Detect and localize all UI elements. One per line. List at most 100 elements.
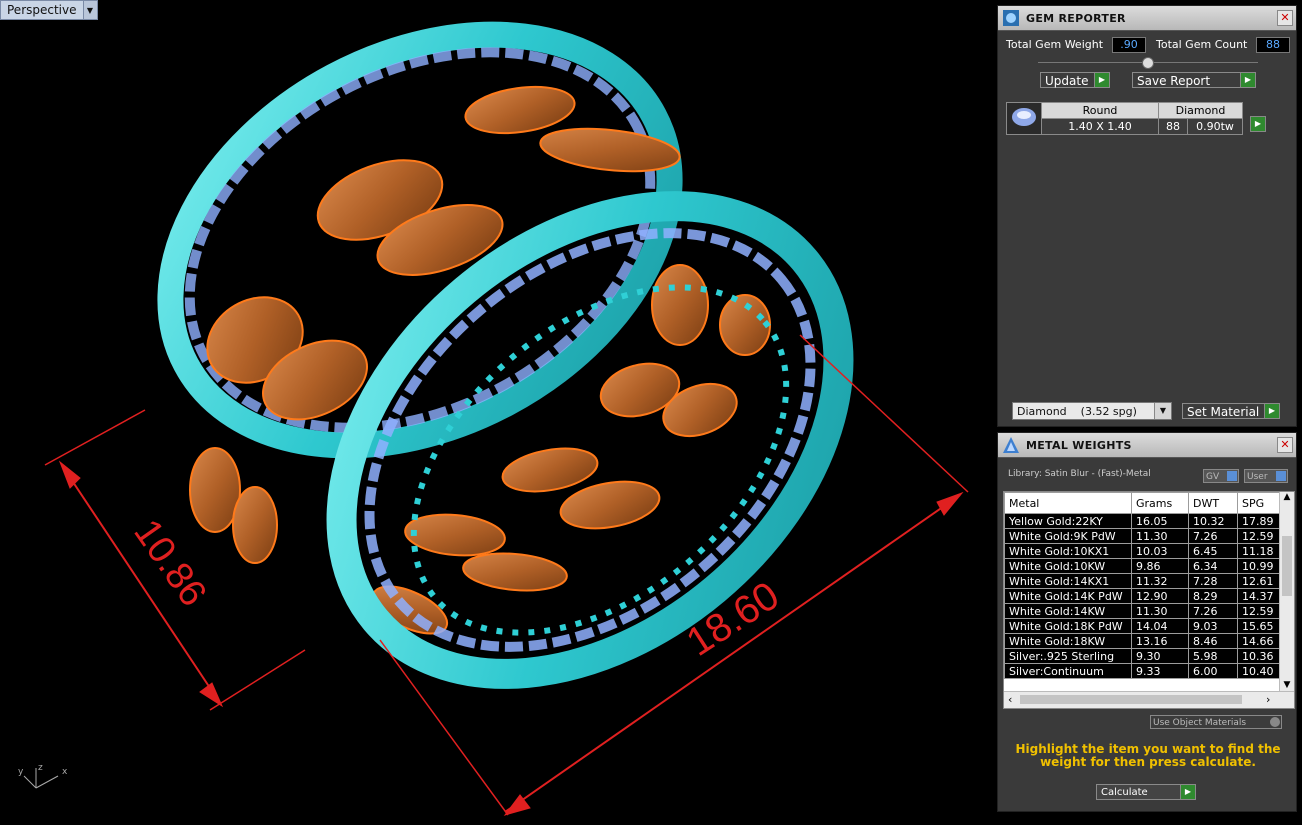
table-row[interactable]: White Gold:10KW 9.86 6.34 10.99 — [1004, 558, 1287, 574]
grams-cell: 16.05 — [1131, 513, 1189, 529]
user-label: User — [1247, 472, 1268, 482]
gem-count: 88 — [1158, 118, 1188, 135]
vertical-scrollbar[interactable]: ▲ ▼ — [1279, 492, 1294, 692]
grams-cell: 9.33 — [1131, 663, 1189, 679]
ring-3d-viewport[interactable]: 10.86 18.60 — [0, 0, 996, 825]
table-row[interactable]: White Gold:14K PdW 12.90 8.29 14.37 — [1004, 588, 1287, 604]
grams-cell: 13.16 — [1131, 633, 1189, 649]
grams-cell: 9.86 — [1131, 558, 1189, 574]
update-button[interactable]: Update ▶ — [1040, 72, 1110, 88]
grams-cell: 11.32 — [1131, 573, 1189, 589]
grams-column-header[interactable]: Grams — [1131, 492, 1189, 514]
dwt-cell: 8.46 — [1188, 633, 1238, 649]
table-row[interactable]: White Gold:18KW 13.16 8.46 14.66 — [1004, 633, 1287, 649]
use-object-materials-label: Use Object Materials — [1153, 718, 1247, 728]
table-row[interactable]: White Gold:18K PdW 14.04 9.03 15.65 — [1004, 618, 1287, 634]
table-row[interactable]: White Gold:10KX1 10.03 6.45 11.18 — [1004, 543, 1287, 559]
svg-text:x: x — [62, 767, 68, 777]
play-icon: ▶ — [1264, 404, 1279, 418]
use-object-materials-toggle[interactable]: Use Object Materials — [1150, 715, 1282, 729]
close-icon[interactable]: ✕ — [1277, 437, 1293, 453]
gem-material-header: Diamond — [1158, 102, 1243, 119]
scroll-thumb[interactable] — [1282, 536, 1292, 596]
gem-thumbnail-icon[interactable] — [1006, 102, 1042, 135]
user-toggle[interactable]: User — [1244, 469, 1288, 483]
metal-name-cell: Yellow Gold:22KY — [1004, 513, 1132, 529]
gem-table: Round Diamond 1.40 X 1.40 88 0.90tw — [1006, 102, 1243, 135]
dwt-cell: 6.45 — [1188, 543, 1238, 559]
grams-cell: 14.04 — [1131, 618, 1189, 634]
svg-text:y: y — [18, 767, 24, 777]
metal-weights-panel: METAL WEIGHTS ✕ Library: Satin Blur - (F… — [997, 432, 1297, 812]
save-report-button[interactable]: Save Report ▶ — [1132, 72, 1256, 88]
horizontal-scrollbar[interactable]: ‹ › — [1004, 691, 1294, 708]
calculate-hint: Highlight the item you want to find the … — [1015, 742, 1281, 769]
grams-cell: 12.90 — [1131, 588, 1189, 604]
gem-weight: 0.90tw — [1187, 118, 1243, 135]
play-icon: ▶ — [1094, 73, 1109, 87]
dwt-cell: 8.29 — [1188, 588, 1238, 604]
metal-name-cell: White Gold:14KW — [1004, 603, 1132, 619]
metal-name-cell: White Gold:18KW — [1004, 633, 1132, 649]
gem-size: 1.40 X 1.40 — [1041, 118, 1159, 135]
metal-name-cell: Silver:Continuum — [1004, 663, 1132, 679]
library-label: Library: Satin Blur - (Fast)-Metal — [1008, 469, 1151, 479]
gem-reporter-header[interactable]: GEM REPORTER ✕ — [998, 6, 1296, 31]
close-icon[interactable]: ✕ — [1277, 10, 1293, 26]
table-header-row: Metal Grams DWT SPG — [1004, 492, 1287, 514]
metal-name-cell: White Gold:18K PdW — [1004, 618, 1132, 634]
table-row[interactable]: White Gold:14KW 11.30 7.26 12.59 — [1004, 603, 1287, 619]
dimension-height-label: 10.86 — [125, 512, 214, 614]
grams-cell: 11.30 — [1131, 528, 1189, 544]
metal-name-cell: White Gold:10KW — [1004, 558, 1132, 574]
dwt-cell: 7.26 — [1188, 603, 1238, 619]
table-row[interactable]: Yellow Gold:22KY 16.05 10.32 17.89 — [1004, 513, 1287, 529]
dwt-column-header[interactable]: DWT — [1188, 492, 1238, 514]
gem-reporter-title: GEM REPORTER — [1026, 11, 1126, 25]
table-row[interactable]: White Gold:9K PdW 11.30 7.26 12.59 — [1004, 528, 1287, 544]
metal-column-header[interactable]: Metal — [1004, 492, 1132, 514]
total-gem-weight-value: .90 — [1112, 37, 1146, 53]
total-gem-count-value: 88 — [1256, 37, 1290, 53]
gem-reporter-icon — [1000, 7, 1022, 29]
scroll-thumb-h[interactable] — [1020, 695, 1242, 704]
save-report-label: Save Report — [1137, 74, 1211, 88]
dwt-cell: 7.28 — [1188, 573, 1238, 589]
dwt-cell: 10.32 — [1188, 513, 1238, 529]
scroll-up-icon[interactable]: ▲ — [1280, 492, 1294, 506]
dwt-cell: 7.26 — [1188, 528, 1238, 544]
metal-name-cell: Silver:.925 Sterling — [1004, 648, 1132, 664]
total-gem-weight-label: Total Gem Weight — [1006, 38, 1104, 51]
calculate-button[interactable]: Calculate ▶ — [1096, 784, 1196, 800]
material-select[interactable]: Diamond (3.52 spg) ▼ — [1012, 402, 1172, 420]
table-row[interactable]: Silver:Continuum 9.33 6.00 10.40 — [1004, 663, 1287, 679]
material-select-value: Diamond (3.52 spg) — [1017, 405, 1137, 418]
dwt-cell: 6.00 — [1188, 663, 1238, 679]
table-row[interactable]: Silver:.925 Sterling 9.30 5.98 10.36 — [1004, 648, 1287, 664]
table-row[interactable]: White Gold:14KX1 11.32 7.28 12.61 — [1004, 573, 1287, 589]
metal-weights-icon — [1000, 434, 1022, 456]
slider-handle-icon[interactable] — [1142, 57, 1154, 69]
dwt-cell: 5.98 — [1188, 648, 1238, 664]
svg-text:z: z — [38, 763, 43, 773]
scroll-left-icon[interactable]: ‹ — [1008, 693, 1012, 706]
play-icon: ▶ — [1240, 73, 1255, 87]
scroll-right-icon[interactable]: › — [1266, 693, 1270, 706]
grams-cell: 9.30 — [1131, 648, 1189, 664]
grams-cell: 11.30 — [1131, 603, 1189, 619]
set-material-button[interactable]: Set Material ▶ — [1182, 403, 1280, 419]
total-gem-count-label: Total Gem Count — [1156, 38, 1248, 51]
play-icon: ▶ — [1180, 785, 1195, 799]
dwt-cell: 6.34 — [1188, 558, 1238, 574]
metal-weights-header[interactable]: METAL WEIGHTS ✕ — [998, 433, 1296, 458]
scroll-down-icon[interactable]: ▼ — [1280, 680, 1294, 690]
chevron-down-icon: ▼ — [1154, 403, 1171, 419]
gold-chain-links — [189, 85, 771, 635]
calculate-label: Calculate — [1101, 787, 1148, 798]
axes-gizmo-icon: y z x — [14, 760, 74, 796]
metal-name-cell: White Gold:10KX1 — [1004, 543, 1132, 559]
gem-row-play-icon[interactable]: ▶ — [1250, 116, 1266, 132]
dwt-cell: 9.03 — [1188, 618, 1238, 634]
gv-toggle[interactable]: GV — [1203, 469, 1239, 483]
metal-weights-table[interactable]: Metal Grams DWT SPG Yellow Gold:22KY 16.0… — [1003, 491, 1295, 709]
